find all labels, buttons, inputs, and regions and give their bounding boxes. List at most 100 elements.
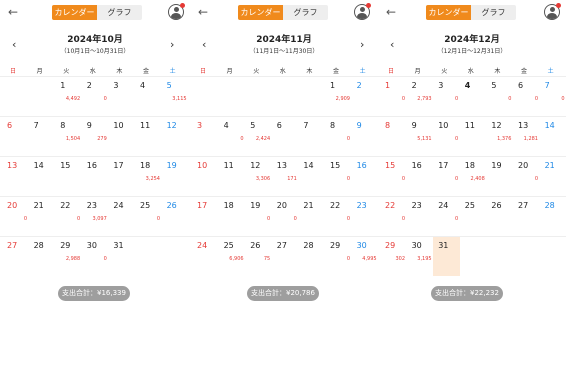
day-cell[interactable]: 12 bbox=[162, 117, 189, 156]
day-cell[interactable]: 27 bbox=[513, 197, 540, 236]
day-cell[interactable]: 16 bbox=[407, 157, 434, 196]
back-arrow-icon[interactable]: ← bbox=[386, 5, 396, 19]
day-cell[interactable]: 70 bbox=[540, 77, 566, 116]
day-cell[interactable]: 23 3,097 bbox=[82, 197, 109, 236]
tab-graph[interactable]: グラフ bbox=[97, 5, 142, 20]
day-cell[interactable]: 8 bbox=[380, 117, 407, 156]
day-cell[interactable]: 25 6,906 bbox=[219, 237, 246, 276]
day-cell[interactable]: 11 bbox=[135, 117, 162, 156]
day-cell[interactable]: 20 0 bbox=[513, 157, 540, 196]
day-cell[interactable]: 29 302 bbox=[380, 237, 407, 276]
day-cell[interactable]: 23 bbox=[352, 197, 379, 236]
day-cell[interactable]: 30 bbox=[433, 77, 460, 116]
day-cell[interactable]: 21 bbox=[298, 197, 325, 236]
day-cell[interactable]: 21 bbox=[29, 197, 56, 236]
back-arrow-icon[interactable]: ← bbox=[8, 5, 18, 19]
day-cell[interactable]: 13 1,281 bbox=[513, 117, 540, 156]
day-cell[interactable]: 28 bbox=[540, 197, 566, 236]
day-cell[interactable]: 10 0 bbox=[433, 117, 460, 156]
day-cell[interactable]: 20 bbox=[82, 77, 109, 116]
day-cell[interactable]: 4 bbox=[460, 77, 487, 116]
day-cell[interactable]: 22 0 bbox=[380, 197, 407, 236]
day-cell[interactable]: 12 3,306 bbox=[245, 157, 272, 196]
day-cell[interactable]: 26 bbox=[162, 197, 189, 236]
day-cell[interactable]: 7 bbox=[298, 117, 325, 156]
tab-graph[interactable]: グラフ bbox=[283, 5, 328, 20]
day-cell[interactable]: 29 0 bbox=[325, 237, 352, 276]
day-cell[interactable]: 5 2,424 bbox=[245, 117, 272, 156]
day-cell[interactable]: 10 bbox=[380, 77, 407, 116]
day-cell[interactable]: 14 bbox=[298, 157, 325, 196]
day-cell[interactable]: 6 bbox=[272, 117, 299, 156]
day-cell[interactable]: 20 0 bbox=[272, 197, 299, 236]
day-cell[interactable]: 9 279 bbox=[82, 117, 109, 156]
day-cell[interactable]: 22 0 bbox=[55, 197, 82, 236]
day-cell[interactable]: 30 3,195 bbox=[407, 237, 434, 276]
day-cell[interactable]: 6 bbox=[2, 117, 29, 156]
day-cell[interactable]: 15 bbox=[55, 157, 82, 196]
day-cell[interactable]: 9 bbox=[352, 117, 379, 156]
day-cell[interactable]: 27 bbox=[2, 237, 29, 276]
day-cell[interactable]: 11 bbox=[460, 117, 487, 156]
day-cell[interactable]: 1 2,909 bbox=[325, 77, 352, 116]
day-cell[interactable]: 1 4,492 bbox=[55, 77, 82, 116]
day-cell[interactable]: 3 bbox=[192, 117, 219, 156]
day-cell[interactable]: 25 bbox=[460, 197, 487, 236]
day-cell[interactable]: 2 bbox=[352, 77, 379, 116]
day-cell[interactable]: 60 bbox=[513, 77, 540, 116]
tab-calendar[interactable]: カレンダー bbox=[238, 5, 283, 20]
day-cell[interactable]: 8 1,504 bbox=[55, 117, 82, 156]
day-cell[interactable]: 30 4,995 bbox=[352, 237, 379, 276]
day-cell[interactable]: 15 0 bbox=[380, 157, 407, 196]
day-cell[interactable]: 18 bbox=[219, 197, 246, 236]
day-cell[interactable]: 9 5,131 bbox=[407, 117, 434, 156]
day-cell[interactable]: 16 bbox=[82, 157, 109, 196]
day-cell[interactable]: 14 bbox=[29, 157, 56, 196]
day-cell[interactable]: 18 3,254 bbox=[135, 157, 162, 196]
day-cell[interactable]: 22 0 bbox=[325, 197, 352, 236]
day-cell[interactable]: 2 2,793 bbox=[407, 77, 434, 116]
day-cell[interactable]: 19 bbox=[486, 157, 513, 196]
day-cell[interactable]: 17 bbox=[192, 197, 219, 236]
tab-calendar[interactable]: カレンダー bbox=[426, 5, 471, 20]
day-cell[interactable]: 24 0 bbox=[433, 197, 460, 236]
day-cell[interactable]: 17 0 bbox=[433, 157, 460, 196]
day-cell[interactable]: 7 bbox=[29, 117, 56, 156]
day-cell[interactable]: 17 bbox=[108, 157, 135, 196]
day-cell[interactable]: 5 3,115 bbox=[162, 77, 189, 116]
day-cell[interactable]: 24 bbox=[192, 237, 219, 276]
day-cell[interactable]: 16 bbox=[352, 157, 379, 196]
day-cell[interactable]: 80 bbox=[325, 117, 352, 156]
day-cell[interactable]: 25 0 bbox=[135, 197, 162, 236]
day-cell[interactable]: 10 bbox=[192, 157, 219, 196]
back-arrow-icon[interactable]: ← bbox=[198, 5, 208, 19]
day-cell[interactable]: 11 bbox=[219, 157, 246, 196]
day-cell[interactable]: 19 0 bbox=[245, 197, 272, 236]
day-cell[interactable]: 40 bbox=[219, 117, 246, 156]
tab-calendar[interactable]: カレンダー bbox=[52, 5, 97, 20]
day-cell[interactable]: 26 75 bbox=[245, 237, 272, 276]
day-cell[interactable]: 31 bbox=[433, 237, 461, 276]
day-cell[interactable]: 4 bbox=[135, 77, 162, 116]
day-cell[interactable]: 28 bbox=[29, 237, 56, 276]
day-cell[interactable]: 28 bbox=[298, 237, 325, 276]
day-cell[interactable]: 21 bbox=[540, 157, 566, 196]
day-cell[interactable]: 12 1,376 bbox=[486, 117, 513, 156]
day-cell[interactable]: 23 bbox=[407, 197, 434, 236]
day-cell[interactable]: 14 bbox=[540, 117, 566, 156]
day-cell[interactable]: 30 0 bbox=[82, 237, 109, 276]
day-cell[interactable]: 31 bbox=[108, 237, 135, 276]
day-cell[interactable]: 15 0 bbox=[325, 157, 352, 196]
day-cell[interactable]: 19 bbox=[162, 157, 189, 196]
day-cell[interactable]: 13 171 bbox=[272, 157, 299, 196]
day-cell[interactable]: 26 bbox=[486, 197, 513, 236]
day-cell[interactable]: 29 2,988 bbox=[55, 237, 82, 276]
day-cell[interactable]: 24 bbox=[108, 197, 135, 236]
tab-graph[interactable]: グラフ bbox=[471, 5, 516, 20]
day-cell[interactable]: 13 bbox=[2, 157, 29, 196]
day-cell[interactable]: 18 2,408 bbox=[460, 157, 487, 196]
day-cell[interactable]: 50 bbox=[486, 77, 513, 116]
day-cell[interactable]: 20 0 bbox=[2, 197, 29, 236]
day-cell[interactable]: 27 bbox=[272, 237, 299, 276]
day-cell[interactable]: 3 bbox=[108, 77, 135, 116]
